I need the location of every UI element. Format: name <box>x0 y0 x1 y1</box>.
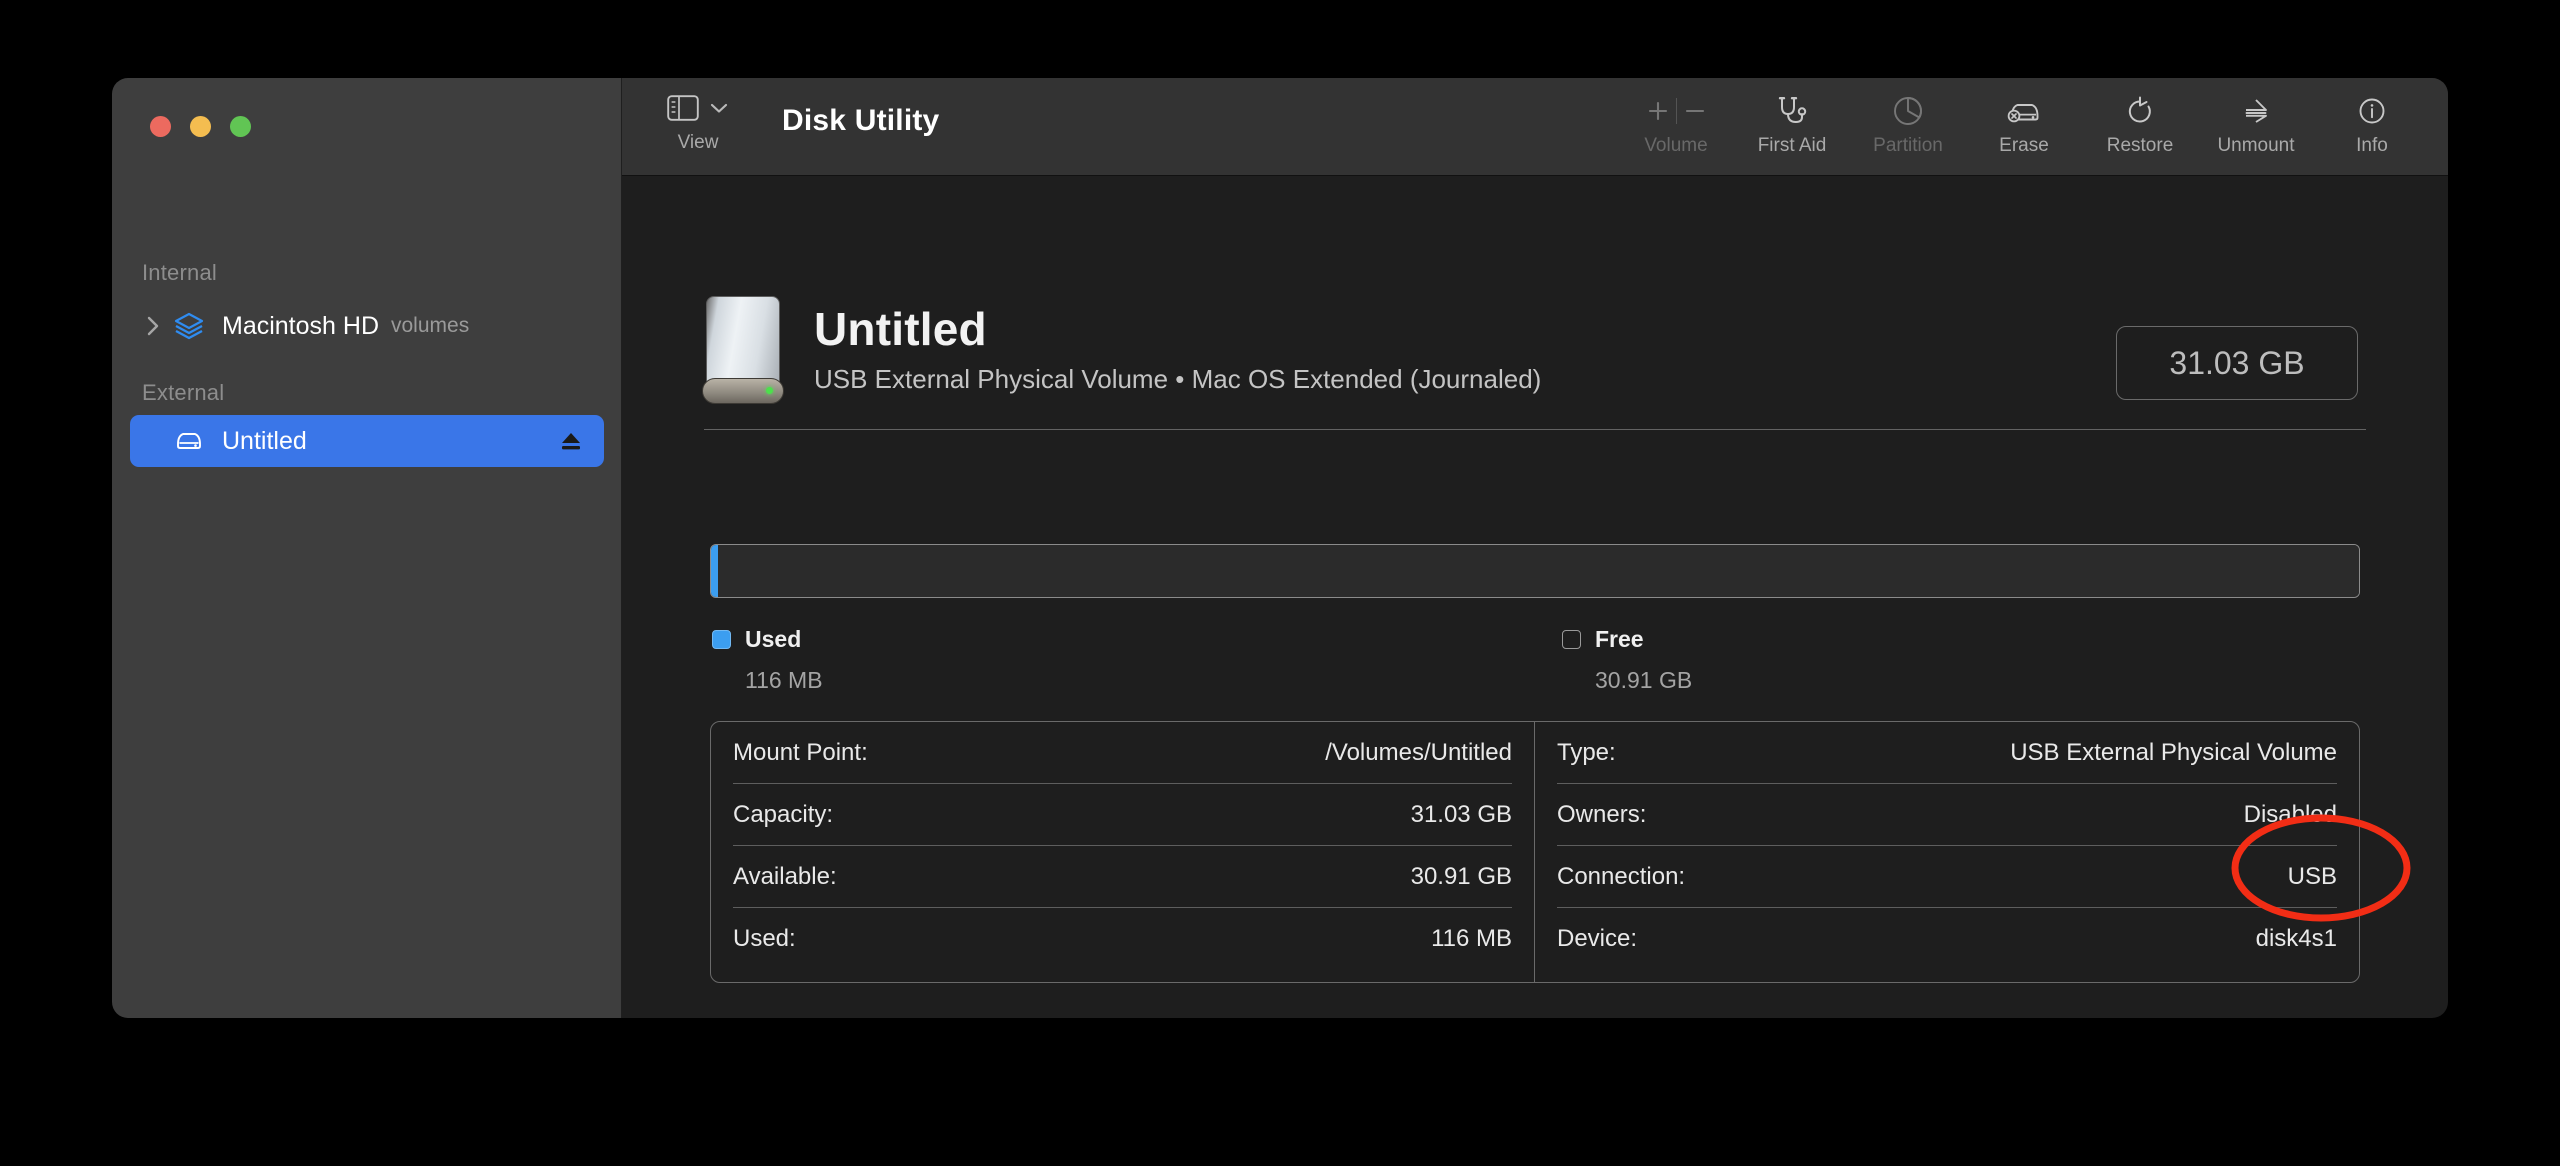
info-value: 31.03 GB <box>1410 800 1512 828</box>
legend-value: 30.91 GB <box>1595 667 1693 693</box>
sidebar-item-macintosh-hd[interactable]: Macintosh HD volumes <box>130 300 604 352</box>
info-value: USB <box>2287 862 2337 890</box>
info-key: Capacity: <box>733 800 834 828</box>
info-key: Available: <box>733 862 837 890</box>
legend-swatch-used <box>712 630 731 649</box>
minimize-button[interactable] <box>190 116 211 137</box>
toolbar-divider <box>1675 98 1677 124</box>
toolbar-label: Partition <box>1873 135 1943 156</box>
legend-free: Free 30.91 GB <box>1562 626 1692 694</box>
toolbar-button-restore[interactable]: Restore <box>2082 91 2198 157</box>
toolbar-button-info[interactable]: Info <box>2314 91 2430 157</box>
toolbar-button-first-aid[interactable]: First Aid <box>1734 91 1850 157</box>
legend-label: Free <box>1595 626 1644 652</box>
stethoscope-icon <box>1775 91 1809 131</box>
info-key: Connection: <box>1557 862 1686 890</box>
sidebar-item-label: Macintosh HD <box>222 311 379 340</box>
info-key: Type: <box>1557 738 1616 766</box>
view-control-group[interactable]: View <box>650 92 746 154</box>
info-row: Used: 116 MB <box>733 908 1512 970</box>
info-row: Owners: Disabled <box>1557 784 2337 846</box>
zoom-button[interactable] <box>230 116 251 137</box>
info-column-right: Type: USB External Physical Volume Owner… <box>1535 722 2359 982</box>
toolbar-actions: Volume First Aid Partition Erase Restore… <box>1618 91 2430 157</box>
toolbar-button-erase[interactable]: Erase <box>1966 91 2082 157</box>
toolbar-button-unmount[interactable]: Unmount <box>2198 91 2314 157</box>
external-hard-drive-icon <box>702 296 784 404</box>
info-value: USB External Physical Volume <box>2010 738 2337 766</box>
sidebar-section-external-header: External <box>142 380 225 405</box>
eject-icon <box>2241 91 2271 131</box>
toolbar-label: Unmount <box>2217 135 2295 156</box>
sidebar-section-internal-header: Internal <box>142 260 217 285</box>
disk-erase-icon <box>2005 91 2043 131</box>
sidebar: Internal Macintosh HD volumes External U… <box>112 78 622 1018</box>
pie-chart-icon <box>1892 91 1924 131</box>
toolbar-label: Info <box>2356 135 2388 156</box>
info-row: Type: USB External Physical Volume <box>1557 722 2337 784</box>
info-value: /Volumes/Untitled <box>1325 738 1512 766</box>
capacity-bar-used-segment <box>711 545 719 597</box>
capacity-bar <box>710 544 2360 598</box>
info-row: Available: 30.91 GB <box>733 846 1512 908</box>
toolbar-button-partition[interactable]: Partition <box>1850 91 1966 157</box>
sidebar-item-sublabel: volumes <box>391 314 470 337</box>
restore-arrow-icon <box>2125 91 2155 131</box>
info-row: Device: disk4s1 <box>1557 908 2337 970</box>
info-key: Owners: <box>1557 800 1647 828</box>
stacked-layers-icon <box>172 309 206 343</box>
close-button[interactable] <box>150 116 171 137</box>
volume-name: Untitled <box>814 302 987 355</box>
info-key: Used: <box>733 925 796 952</box>
sidebar-toggle-icon[interactable] <box>667 94 699 126</box>
toolbar-label: Volume <box>1644 135 1708 156</box>
volume-header: Untitled USB External Physical Volume • … <box>702 296 1541 404</box>
info-value: 30.91 GB <box>1410 862 1512 890</box>
eject-icon[interactable] <box>558 428 584 454</box>
sidebar-item-untitled[interactable]: Untitled <box>130 415 604 467</box>
legend-used: Used 116 MB <box>712 626 823 694</box>
volume-info-table: Mount Point: /Volumes/Untitled Capacity:… <box>710 721 2360 983</box>
view-label: View <box>677 132 719 153</box>
info-circle-icon <box>2357 91 2387 131</box>
toolbar-label: Erase <box>1999 135 2049 156</box>
toolbar-label: Restore <box>2106 135 2174 156</box>
info-value: disk4s1 <box>2255 925 2337 952</box>
info-value: Disabled <box>2243 800 2337 828</box>
info-value: 116 MB <box>1431 925 1512 952</box>
info-key: Mount Point: <box>733 738 868 766</box>
capacity-badge: 31.03 GB <box>2116 326 2358 400</box>
app-title: Disk Utility <box>782 104 940 137</box>
sidebar-item-label: Untitled <box>222 426 307 455</box>
info-key: Device: <box>1557 925 1638 952</box>
legend-swatch-free <box>1562 630 1581 649</box>
info-row: Capacity: 31.03 GB <box>733 784 1512 846</box>
toolbar: View Disk Utility Volume First Aid Parti… <box>622 78 2448 176</box>
plus-minus-icon <box>1646 91 1707 131</box>
toolbar-button-volume[interactable]: Volume <box>1618 91 1734 157</box>
disk-utility-window: Internal Macintosh HD volumes External U… <box>112 78 2448 1018</box>
info-row: Connection: USB <box>1557 846 2337 908</box>
chevron-down-icon[interactable] <box>709 101 729 120</box>
main-pane: View Disk Utility Volume First Aid Parti… <box>622 78 2448 1018</box>
volume-detail-panel: Untitled USB External Physical Volume • … <box>622 176 2448 1018</box>
external-disk-icon <box>172 424 206 458</box>
chevron-right-icon[interactable] <box>140 313 166 339</box>
legend-label: Used <box>745 626 802 652</box>
info-row: Mount Point: /Volumes/Untitled <box>733 722 1512 784</box>
info-column-left: Mount Point: /Volumes/Untitled Capacity:… <box>711 722 1535 982</box>
volume-subtitle: USB External Physical Volume • Mac OS Ex… <box>814 364 1542 395</box>
section-divider <box>704 429 2366 430</box>
legend-value: 116 MB <box>745 667 823 693</box>
toolbar-label: First Aid <box>1757 135 1827 156</box>
capacity-bar-free-segment <box>718 545 2359 597</box>
window-controls <box>150 116 251 137</box>
